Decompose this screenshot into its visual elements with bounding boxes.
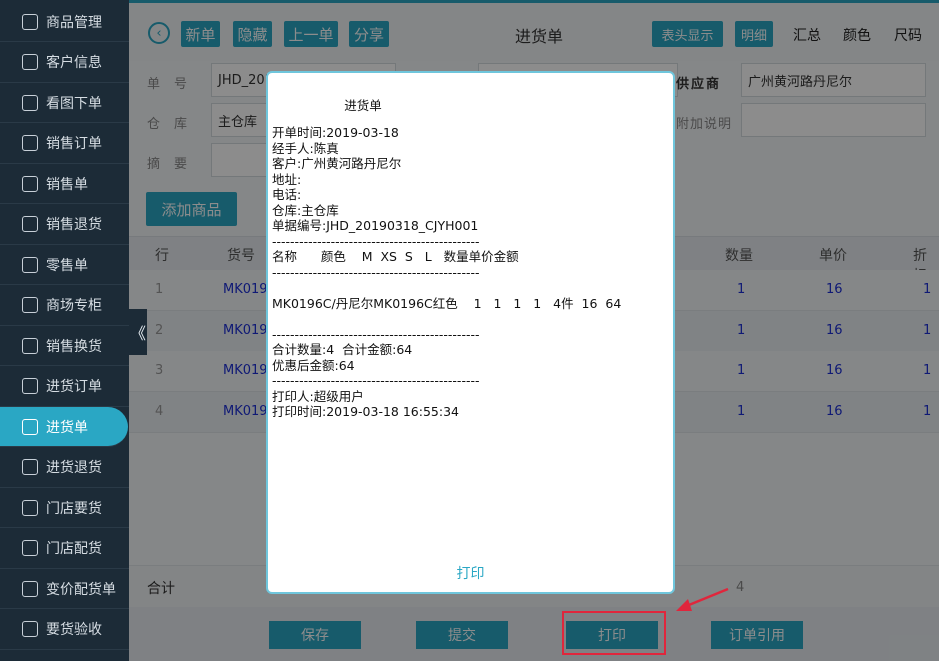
sidebar-item-label: 客户信息 (46, 55, 102, 71)
sidebar-item[interactable]: 零售单 (0, 245, 129, 285)
retail-icon (22, 256, 38, 273)
sidebar-item-label: 销售退货 (46, 217, 102, 233)
receipt-line: MK0196C/丹尼尔MK0196C红色 1 1 1 1 4件 16 64 (272, 295, 622, 311)
receipt-line: 打印人:超级用户 (272, 388, 364, 404)
sidebar-item[interactable]: 看图下单 (0, 83, 129, 123)
sidebar-item[interactable]: 要货验收 (0, 610, 129, 650)
sidebar-item-label: 门店要货 (46, 500, 102, 517)
user-icon (22, 54, 38, 70)
sidebar-item-label: 商品管理 (46, 14, 102, 31)
receipt-line (272, 280, 621, 296)
sidebar-item[interactable]: 变价配货单 (0, 569, 129, 609)
sales-icon (22, 175, 38, 192)
receipt-line: ----------------------------------------… (272, 373, 480, 388)
sidebar-item-label: 销售订单 (46, 136, 102, 152)
receipt-line: 仓库:主仓库 (272, 202, 339, 218)
price-change-icon (22, 580, 38, 597)
sales-order-icon (22, 135, 38, 151)
sidebar-item-label: 要货验收 (46, 622, 102, 638)
sidebar-item-label: 销售单 (46, 176, 88, 193)
acceptance-icon (22, 621, 38, 637)
sidebar-item-label: 商场专柜 (46, 298, 102, 314)
sidebar-item[interactable]: 商品管理 (0, 2, 129, 42)
receipt-line: 经手人:陈真 (272, 140, 339, 156)
dialog-title: 进货单 (344, 98, 382, 113)
print-highlight-box (562, 611, 666, 655)
receipt-line: 名称 颜色 M XS S L 数量单价金额 (272, 249, 519, 264)
store-request-icon (22, 499, 38, 516)
store-distribution-icon (22, 540, 38, 556)
collapse-sidebar-icon[interactable]: 《 (129, 309, 147, 355)
print-preview-dialog: 进货单 开单时间:2019-03-18 经手人:陈真 客户:广州黄河路丹尼尔 地址: 电… (266, 71, 675, 594)
receipt-line: 单据编号:JHD_20190318_CJYH001 (272, 218, 479, 233)
sidebar-item[interactable]: 门店要货 (0, 488, 129, 528)
mall-counter-icon (22, 297, 38, 313)
sidebar-item[interactable]: 销售退货 (0, 205, 129, 245)
sidebar-item[interactable]: 门店配货 (0, 529, 129, 569)
receipt-line: 客户:广州黄河路丹尼尔 (272, 156, 402, 171)
sidebar-item[interactable]: 销售订单 (0, 124, 129, 164)
purchase-return-icon (22, 459, 38, 475)
sidebar-item-label: 销售换货 (46, 338, 102, 355)
sidebar-item-label: 进货退货 (46, 460, 102, 476)
receipt-line: 打印时间:2019-03-18 16:55:34 (272, 404, 459, 419)
sales-return-icon (22, 216, 38, 232)
purchase-icon (22, 418, 38, 435)
receipt-text: 开单时间:2019-03-18 经手人:陈真 客户:广州黄河路丹尼尔 地址: 电话: 仓库… (272, 125, 621, 420)
sidebar-item-label: 看图下单 (46, 95, 102, 112)
sidebar-item[interactable]: 进货订单 (0, 367, 129, 407)
image-order-icon (22, 94, 38, 111)
sidebar-item[interactable]: 商场专柜 (0, 286, 129, 326)
sidebar-item[interactable]: 进货退货 (0, 448, 129, 488)
receipt-line: ----------------------------------------… (272, 326, 480, 342)
receipt-line: ----------------------------------------… (272, 233, 480, 249)
receipt-line: 优惠后金额:64 (272, 357, 355, 373)
sidebar-item-label: 进货订单 (46, 379, 102, 395)
exchange-icon (22, 337, 38, 354)
sidebar-item[interactable]: 销售单 (0, 164, 129, 204)
dialog-print-button[interactable]: 打印 (268, 563, 673, 583)
sidebar-item[interactable]: 销售换货 (0, 326, 129, 366)
sidebar-item[interactable]: 客户信息 (0, 43, 129, 83)
sidebar-item-label: 零售单 (46, 257, 88, 274)
receipt-line: 合计数量:4 合计金额:64 (272, 342, 413, 357)
arrow-icon (676, 587, 729, 611)
sidebar-item-label: 变价配货单 (46, 581, 116, 598)
sidebar: 商品管理客户信息看图下单销售订单销售单销售退货零售单商场专柜销售换货进货订单进货… (0, 0, 129, 661)
receipt-line: 电话: (272, 187, 302, 202)
sidebar-item[interactable]: 进货单 (0, 407, 128, 447)
receipt-line: 地址: (272, 171, 302, 187)
receipt-line: 开单时间:2019-03-18 (272, 125, 399, 140)
receipt-line (272, 311, 621, 327)
receipt-line: ----------------------------------------… (272, 264, 480, 280)
purchase-order-icon (22, 378, 38, 394)
sidebar-item-label: 门店配货 (46, 541, 102, 557)
product-icon (22, 13, 38, 30)
sidebar-item-label: 进货单 (46, 419, 88, 436)
